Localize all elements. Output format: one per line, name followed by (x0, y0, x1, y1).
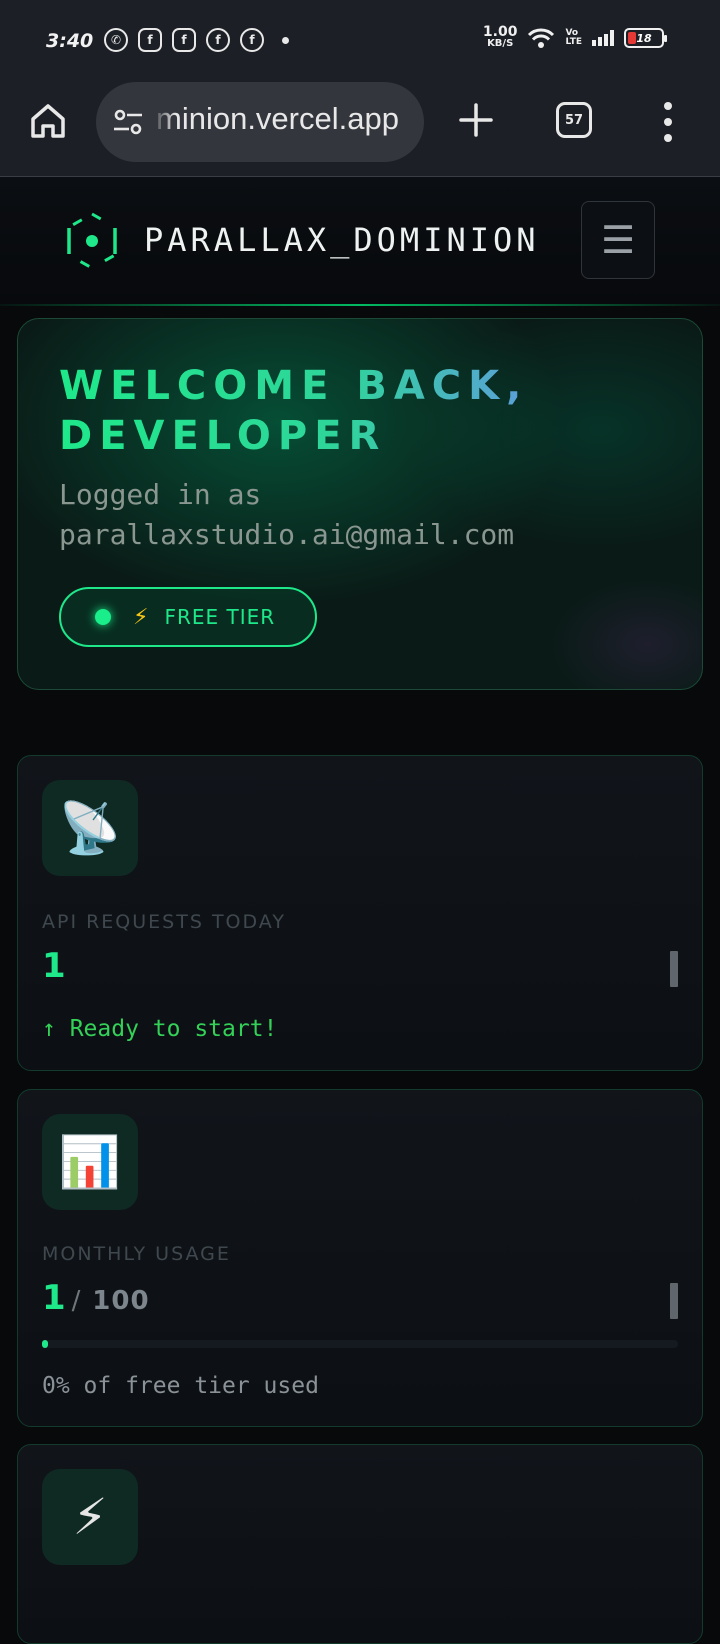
stat-label: MONTHLY USAGE (42, 1243, 231, 1265)
home-icon[interactable] (28, 100, 68, 140)
tab-switcher-button[interactable]: 57 (556, 102, 592, 138)
messenger-icon: f (138, 28, 162, 52)
stat-card-monthly-usage: 📊 MONTHLY USAGE 1/ 100 0% of free tier u… (17, 1089, 703, 1427)
usage-current: 1 (42, 1278, 66, 1318)
messenger-icon-2: f (172, 28, 196, 52)
satellite-dish-icon: 📡 (42, 780, 138, 876)
scrollbar-thumb[interactable] (670, 951, 678, 987)
lightning-icon: ⚡ (133, 604, 149, 630)
system-icons: 1.00 KB/S Vo LTE 18 (482, 24, 667, 50)
battery-icon: 18 (624, 28, 667, 48)
whatsapp-icon: ✆ (104, 28, 128, 52)
network-speed: 1.00 KB/S (482, 24, 518, 50)
status-dot-icon (95, 609, 111, 625)
more-notifications-icon (282, 36, 289, 44)
usage-progress-fill (42, 1340, 49, 1348)
signal-icon (592, 30, 614, 46)
facebook-icon: f (206, 28, 230, 52)
url-fade (152, 82, 176, 162)
stat-note: 0% of free tier used (42, 1373, 319, 1399)
network-speed-unit: KB/S (487, 38, 514, 49)
site-settings-icon[interactable] (112, 106, 144, 138)
url-text[interactable]: minion.vercel.app (156, 101, 399, 137)
stat-value: 1 (42, 946, 66, 986)
stat-card-api-requests: 📡 API REQUESTS TODAY 1 ↑ Ready to start! (17, 755, 703, 1071)
facebook-icon-2: f (240, 28, 264, 52)
usage-total: 100 (92, 1286, 150, 1316)
tier-badge: ⚡ FREE TIER (59, 587, 317, 647)
wifi-icon (528, 28, 555, 48)
new-tab-icon[interactable] (456, 100, 496, 140)
browser-toolbar: minion.vercel.app 57 (0, 80, 720, 177)
welcome-title: WELCOME BACK, DEVELOPER (59, 361, 679, 461)
volte-line2: LTE (565, 37, 582, 47)
stat-label: API REQUESTS TODAY (42, 911, 286, 933)
battery-level: 18 (636, 31, 652, 45)
address-bar[interactable]: minion.vercel.app (96, 82, 424, 162)
welcome-card: WELCOME BACK, DEVELOPER Logged in as par… (17, 318, 703, 690)
logo-icon[interactable] (63, 212, 121, 270)
logged-in-text: Logged in as parallaxstudio.ai@gmail.com (59, 478, 515, 551)
usage-progress-bar (42, 1340, 678, 1348)
stat-note: ↑ Ready to start! (42, 1016, 278, 1042)
card-icon-glyph: 📊 (58, 1132, 122, 1191)
stat-card-response-time: ⚡ (17, 1444, 703, 1644)
scrollbar-thumb[interactable] (670, 1283, 678, 1319)
status-time: 3:40 (46, 30, 94, 52)
network-speed-value: 1.00 (482, 24, 518, 40)
card-icon-glyph: ⚡ (72, 1488, 108, 1546)
site-header: PARALLAX_DOMINION ☰ (0, 177, 720, 306)
bar-chart-icon: 📊 (42, 1114, 138, 1210)
notification-icons: ✆ f f f f (104, 28, 289, 52)
browser-menu-icon[interactable] (660, 102, 676, 142)
tier-label: FREE TIER (164, 605, 276, 629)
stat-value: 1/ 100 (42, 1278, 150, 1318)
menu-button[interactable]: ☰ (581, 201, 655, 279)
usage-separator: / (71, 1286, 81, 1316)
brand-name[interactable]: PARALLAX_DOMINION (144, 221, 540, 259)
status-bar: 3:40 ✆ f f f f 1.00 KB/S Vo LTE 18 (0, 0, 720, 80)
lightning-icon: ⚡ (42, 1469, 138, 1565)
card-icon-glyph: 📡 (58, 798, 122, 857)
volte-indicator: Vo LTE (565, 29, 582, 47)
